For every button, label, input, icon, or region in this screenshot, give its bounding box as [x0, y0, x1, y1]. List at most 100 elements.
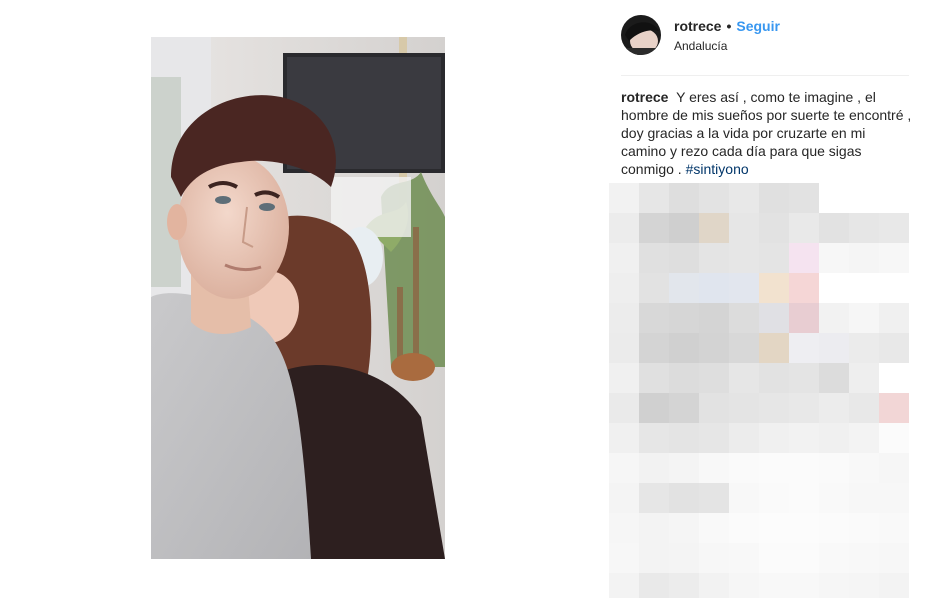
- mosaic-cell: [639, 393, 669, 423]
- mosaic-cell: [729, 183, 759, 213]
- mosaic-cell: [819, 183, 849, 213]
- mosaic-cell: [669, 423, 699, 453]
- profile-picture-icon: [621, 15, 661, 55]
- mosaic-cell: [609, 543, 639, 573]
- mosaic-cell: [699, 393, 729, 423]
- mosaic-cell: [909, 303, 934, 333]
- mosaic-cell: [909, 363, 934, 393]
- mosaic-cell: [609, 513, 639, 543]
- mosaic-cell: [909, 333, 934, 363]
- mosaic-cell: [879, 543, 909, 573]
- mosaic-cell: [849, 393, 879, 423]
- follow-button[interactable]: Seguir: [736, 17, 780, 35]
- mosaic-cell: [849, 333, 879, 363]
- mosaic-cell: [879, 423, 909, 453]
- mosaic-cell: [879, 303, 909, 333]
- mosaic-cell: [909, 483, 934, 513]
- mosaic-cell: [639, 213, 669, 243]
- mosaic-cell: [789, 243, 819, 273]
- mosaic-cell: [609, 183, 639, 213]
- mosaic-cell: [789, 573, 819, 598]
- avatar[interactable]: [621, 15, 661, 55]
- mosaic-cell: [759, 573, 789, 598]
- mosaic-cell: [699, 573, 729, 598]
- mosaic-cell: [879, 243, 909, 273]
- mosaic-cell: [819, 213, 849, 243]
- mosaic-cell: [849, 453, 879, 483]
- mosaic-cell: [759, 363, 789, 393]
- mosaic-cell: [819, 303, 849, 333]
- mosaic-cell: [609, 573, 639, 598]
- mosaic-cell: [729, 213, 759, 243]
- mosaic-cell: [699, 243, 729, 273]
- mosaic-cell: [789, 213, 819, 243]
- mosaic-cell: [609, 363, 639, 393]
- mosaic-cell: [699, 453, 729, 483]
- mosaic-cell: [819, 243, 849, 273]
- mosaic-cell: [789, 543, 819, 573]
- mosaic-cell: [849, 513, 879, 543]
- mosaic-cell: [729, 453, 759, 483]
- mosaic-cell: [789, 453, 819, 483]
- mosaic-cell: [669, 513, 699, 543]
- mosaic-cell: [639, 453, 669, 483]
- mosaic-cell: [759, 243, 789, 273]
- mosaic-cell: [879, 573, 909, 598]
- mosaic-cell: [909, 543, 934, 573]
- header-top: rotrece • Seguir: [674, 17, 780, 35]
- mosaic-cell: [789, 393, 819, 423]
- mosaic-cell: [819, 273, 849, 303]
- mosaic-cell: [879, 483, 909, 513]
- mosaic-cell: [699, 333, 729, 363]
- post-caption: rotrece Y eres así , como te imagine , e…: [621, 88, 913, 178]
- mosaic-cell: [669, 303, 699, 333]
- mosaic-cell: [639, 243, 669, 273]
- mosaic-cell: [729, 543, 759, 573]
- mosaic-cell: [609, 213, 639, 243]
- mosaic-cell: [669, 183, 699, 213]
- mosaic-cell: [909, 453, 934, 483]
- mosaic-cell: [759, 333, 789, 363]
- mosaic-cell: [669, 273, 699, 303]
- hashtag-link[interactable]: #sintiyono: [686, 161, 749, 177]
- mosaic-cell: [849, 273, 879, 303]
- separator-dot: •: [726, 17, 732, 34]
- mosaic-cell: [609, 303, 639, 333]
- mosaic-cell: [729, 573, 759, 598]
- caption-username-link[interactable]: rotrece: [621, 89, 668, 105]
- mosaic-cell: [729, 243, 759, 273]
- mosaic-cell: [609, 273, 639, 303]
- location-link[interactable]: Andalucía: [674, 38, 780, 54]
- mosaic-cell: [669, 483, 699, 513]
- mosaic-cell: [849, 543, 879, 573]
- mosaic-cell: [789, 513, 819, 543]
- mosaic-cell: [819, 363, 849, 393]
- mosaic-cell: [699, 363, 729, 393]
- mosaic-cell: [759, 453, 789, 483]
- mosaic-cell: [759, 213, 789, 243]
- mosaic-cell: [759, 543, 789, 573]
- mosaic-cell: [669, 453, 699, 483]
- mosaic-cell: [789, 423, 819, 453]
- mosaic-cell: [909, 273, 934, 303]
- mosaic-cell: [819, 393, 849, 423]
- mosaic-cell: [879, 453, 909, 483]
- mosaic-cell: [639, 513, 669, 543]
- pixelated-comments-icon: [609, 183, 934, 598]
- mosaic-cell: [909, 183, 934, 213]
- mosaic-cell: [699, 273, 729, 303]
- mosaic-cell: [669, 213, 699, 243]
- post-photo[interactable]: [151, 37, 445, 559]
- mosaic-cell: [759, 423, 789, 453]
- mosaic-cell: [639, 573, 669, 598]
- header-text: rotrece • Seguir Andalucía: [674, 17, 780, 54]
- post-header: rotrece • Seguir Andalucía: [621, 14, 911, 56]
- mosaic-cell: [639, 183, 669, 213]
- mosaic-cell: [639, 543, 669, 573]
- username-link[interactable]: rotrece: [674, 17, 721, 35]
- mosaic-cell: [759, 483, 789, 513]
- mosaic-cell: [699, 213, 729, 243]
- mosaic-cell: [639, 423, 669, 453]
- mosaic-cell: [819, 513, 849, 543]
- mosaic-cell: [789, 483, 819, 513]
